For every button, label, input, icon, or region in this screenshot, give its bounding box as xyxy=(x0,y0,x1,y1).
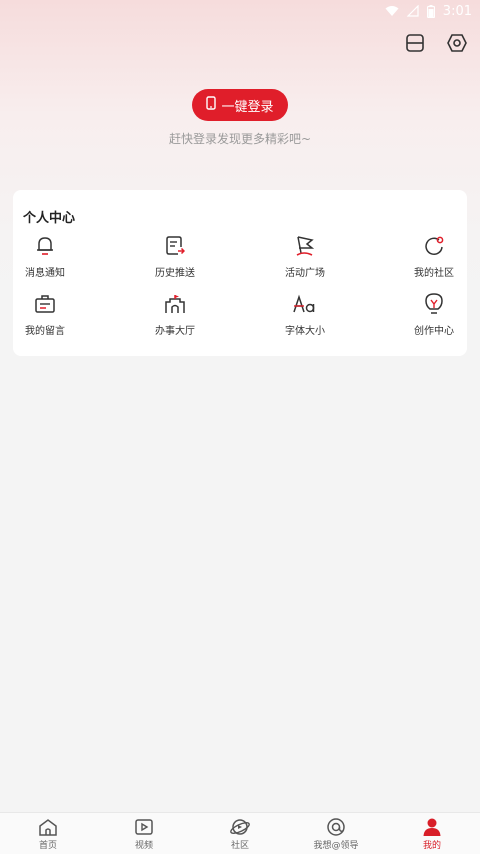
scan-icon[interactable] xyxy=(404,32,426,54)
menu-item-my-community[interactable]: 我的社区 xyxy=(399,234,469,279)
hall-icon xyxy=(163,292,187,316)
tab-label: 我想@领导 xyxy=(313,840,359,851)
menu-item-label: 活动广场 xyxy=(285,268,325,279)
tab-label: 社区 xyxy=(230,840,249,851)
login-button-label: 一键登录 xyxy=(221,99,274,115)
history-doc-icon xyxy=(163,234,187,258)
menu-item-service-hall[interactable]: 办事大厅 xyxy=(140,292,210,337)
tab-label: 视频 xyxy=(134,840,153,851)
menu-item-label: 消息通知 xyxy=(25,268,65,279)
user-icon xyxy=(421,817,443,837)
menu-item-label: 我的留言 xyxy=(25,326,65,337)
menu-item-notifications[interactable]: 消息通知 xyxy=(10,234,80,279)
menu-item-label: 创作中心 xyxy=(414,326,454,337)
tab-mine[interactable]: 我的 xyxy=(384,813,480,854)
font-size-icon xyxy=(293,292,317,316)
flag-icon xyxy=(293,234,317,258)
menu-item-creation-center[interactable]: 创作中心 xyxy=(399,292,469,337)
personal-center-card: 个人中心 消息通知 历史推送 活动广场 我的社区 我的留言 办事大厅 字体大小 … xyxy=(13,190,467,356)
one-click-login-button[interactable]: 一键登录 xyxy=(192,89,288,121)
status-bar: 3:01 xyxy=(0,0,480,22)
video-icon xyxy=(133,817,155,837)
tab-ask-leader[interactable]: 我想@领导 xyxy=(288,813,384,854)
menu-item-activity-square[interactable]: 活动广场 xyxy=(270,234,340,279)
menu-item-my-messages[interactable]: 我的留言 xyxy=(10,292,80,337)
tab-label: 首页 xyxy=(38,840,57,851)
battery-icon xyxy=(426,4,435,18)
tab-community[interactable]: 社区 xyxy=(192,813,288,854)
planet-icon xyxy=(229,817,251,837)
home-icon xyxy=(37,817,59,837)
signal-icon xyxy=(406,5,419,17)
message-box-icon xyxy=(33,292,57,316)
menu-item-label: 历史推送 xyxy=(155,268,195,279)
phone-icon xyxy=(206,96,217,114)
header-actions xyxy=(404,32,468,54)
menu-item-label: 字体大小 xyxy=(285,326,325,337)
personal-center-title: 个人中心 xyxy=(23,211,76,226)
tab-video[interactable]: 视频 xyxy=(96,813,192,854)
bulb-icon xyxy=(422,292,446,316)
login-subtitle: 赶快登录发现更多精彩吧~ xyxy=(168,132,312,146)
menu-item-label: 办事大厅 xyxy=(155,326,195,337)
at-icon xyxy=(325,817,347,837)
bell-icon xyxy=(33,234,57,258)
status-time: 3:01 xyxy=(442,3,472,19)
wifi-icon xyxy=(385,5,399,17)
tab-label: 我的 xyxy=(422,840,441,851)
tab-home[interactable]: 首页 xyxy=(0,813,96,854)
menu-item-font-size[interactable]: 字体大小 xyxy=(270,292,340,337)
settings-icon[interactable] xyxy=(446,32,468,54)
bottom-tab-bar: 首页 视频 社区 我想@领导 我的 xyxy=(0,812,480,854)
menu-item-label: 我的社区 xyxy=(414,268,454,279)
menu-item-history-push[interactable]: 历史推送 xyxy=(140,234,210,279)
community-icon xyxy=(422,234,446,258)
